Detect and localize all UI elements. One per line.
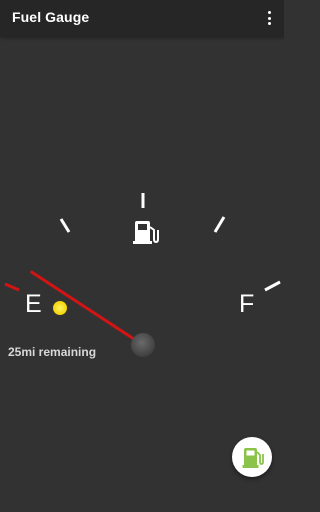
needle-hub [131,333,155,357]
gauge-tick-three-quarter [213,216,226,233]
empty-label: E [25,290,42,318]
screen: Fuel Gauge E F 25mi remaining [0,0,284,512]
fuel-pump-icon [133,221,159,244]
gauge-tick-full [264,280,281,292]
low-fuel-indicator [53,301,67,315]
gauge-tick-quarter [59,218,71,233]
gauge-tick-reserve [4,282,20,292]
gauge-needle [30,270,145,347]
fuel-pump-icon [242,448,264,468]
full-label: F [239,290,255,318]
refuel-fab-button[interactable] [232,437,272,477]
remaining-range-text: 25mi remaining [8,345,97,359]
fuel-gauge [4,193,281,357]
